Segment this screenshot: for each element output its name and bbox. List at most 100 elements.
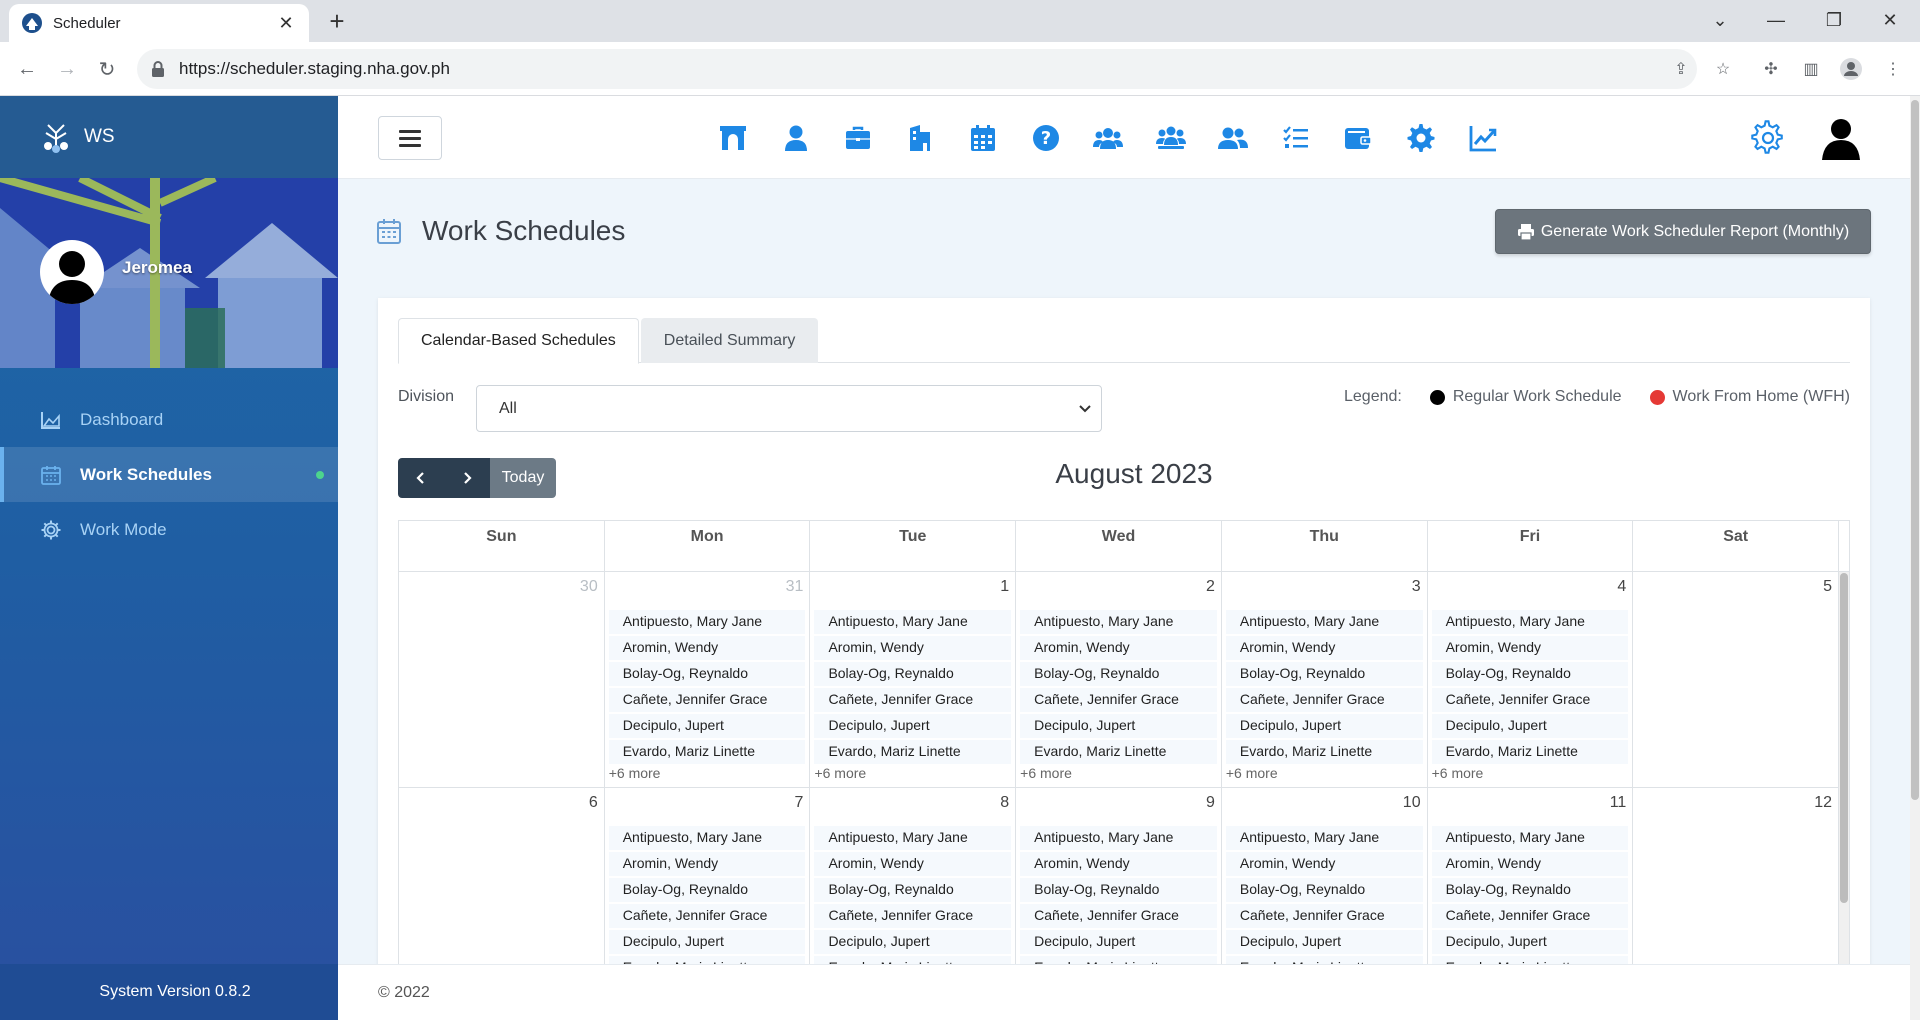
briefcase-icon[interactable] — [827, 118, 890, 158]
schedule-event[interactable]: Bolay-Og, Reynaldo — [1431, 876, 1629, 902]
schedule-event[interactable]: Aromin, Wendy — [1225, 634, 1423, 660]
schedule-event[interactable]: Antipuesto, Mary Jane — [1020, 824, 1217, 850]
users-group-icon[interactable] — [1140, 118, 1203, 158]
calendar-day[interactable]: 10 Antipuesto, Mary Jane Aromin, Wendy Bola… — [1222, 788, 1428, 978]
more-events-link[interactable]: +6 more — [609, 764, 806, 782]
menu-dots-icon[interactable]: ⋮ — [1878, 50, 1908, 88]
schedule-event[interactable]: Cañete, Jennifer Grace — [814, 686, 1012, 712]
calendar-day[interactable]: 6 — [399, 788, 605, 978]
calendar-icon[interactable] — [952, 118, 1015, 158]
schedule-event[interactable]: Antipuesto, Mary Jane — [1431, 824, 1629, 850]
schedule-event[interactable]: Decipulo, Jupert — [1020, 928, 1217, 954]
tasks-icon[interactable] — [1265, 118, 1328, 158]
new-tab-icon[interactable]: + — [322, 6, 352, 36]
schedule-event[interactable]: Aromin, Wendy — [1431, 634, 1629, 660]
calendar-day[interactable]: 1 Antipuesto, Mary Jane Aromin, Wendy Bolay… — [810, 572, 1017, 787]
more-events-link[interactable]: +6 more — [1020, 764, 1217, 782]
schedule-event[interactable]: Antipuesto, Mary Jane — [1225, 824, 1423, 850]
calendar-day[interactable]: 5 — [1633, 572, 1840, 787]
schedule-event[interactable]: Evardo, Mariz Linette — [1225, 738, 1423, 764]
more-events-link[interactable]: +6 more — [1226, 764, 1423, 782]
tab-calendar-based[interactable]: Calendar-Based Schedules — [398, 318, 639, 364]
schedule-event[interactable]: Antipuesto, Mary Jane — [608, 824, 806, 850]
schedule-event[interactable]: Decipulo, Jupert — [1225, 712, 1423, 738]
schedule-event[interactable]: Antipuesto, Mary Jane — [1020, 608, 1217, 634]
schedule-event[interactable]: Decipulo, Jupert — [1020, 712, 1217, 738]
bookmark-star-icon[interactable]: ☆ — [1708, 50, 1738, 88]
tab-close-icon[interactable]: ✕ — [275, 13, 297, 34]
prev-month-button[interactable] — [398, 458, 444, 498]
calendar-day[interactable]: 4 Antipuesto, Mary Jane Aromin, Wendy Bolay… — [1428, 572, 1634, 787]
schedule-event[interactable]: Evardo, Mariz Linette — [1020, 738, 1217, 764]
schedule-event[interactable]: Cañete, Jennifer Grace — [1225, 686, 1423, 712]
calendar-day[interactable]: 8 Antipuesto, Mary Jane Aromin, Wendy Bolay… — [810, 788, 1017, 978]
back-icon[interactable]: ← — [10, 52, 44, 86]
schedule-event[interactable]: Bolay-Og, Reynaldo — [1020, 876, 1217, 902]
schedule-event[interactable]: Cañete, Jennifer Grace — [1020, 902, 1217, 928]
calendar-day[interactable]: 31 Antipuesto, Mary Jane Aromin, Wendy Bola… — [605, 572, 811, 787]
schedule-event[interactable]: Antipuesto, Mary Jane — [814, 824, 1012, 850]
user-friends-icon[interactable] — [1202, 118, 1265, 158]
schedule-event[interactable]: Cañete, Jennifer Grace — [608, 686, 806, 712]
menu-toggle-button[interactable] — [378, 116, 442, 160]
schedule-event[interactable]: Cañete, Jennifer Grace — [1020, 686, 1217, 712]
schedule-event[interactable]: Antipuesto, Mary Jane — [1225, 608, 1423, 634]
schedule-event[interactable]: Evardo, Mariz Linette — [814, 738, 1012, 764]
archway-icon[interactable] — [702, 118, 765, 158]
next-month-button[interactable] — [444, 458, 490, 498]
user-profile-avatar[interactable] — [1818, 114, 1864, 160]
calendar-day[interactable]: 2 Antipuesto, Mary Jane Aromin, Wendy Bolay… — [1016, 572, 1222, 787]
chart-line-icon[interactable] — [1452, 118, 1515, 158]
schedule-event[interactable]: Bolay-Og, Reynaldo — [1225, 876, 1423, 902]
schedule-event[interactable]: Bolay-Og, Reynaldo — [1225, 660, 1423, 686]
schedule-event[interactable]: Decipulo, Jupert — [608, 928, 806, 954]
schedule-event[interactable]: Bolay-Og, Reynaldo — [608, 660, 806, 686]
question-circle-icon[interactable]: ? — [1015, 118, 1078, 158]
sidebar-item-dashboard[interactable]: Dashboard — [0, 392, 338, 447]
users-icon[interactable] — [1077, 118, 1140, 158]
reload-icon[interactable]: ↻ — [90, 52, 124, 86]
calendar-day[interactable]: 9 Antipuesto, Mary Jane Aromin, Wendy Bolay… — [1016, 788, 1222, 978]
schedule-event[interactable]: Decipulo, Jupert — [1225, 928, 1423, 954]
user-avatar[interactable] — [40, 240, 104, 304]
schedule-event[interactable]: Bolay-Og, Reynaldo — [1020, 660, 1217, 686]
today-button[interactable]: Today — [490, 458, 556, 498]
side-panel-icon[interactable]: ▥ — [1796, 50, 1826, 88]
window-close-icon[interactable]: ✕ — [1862, 0, 1918, 40]
schedule-event[interactable]: Evardo, Mariz Linette — [608, 738, 806, 764]
schedule-event[interactable]: Cañete, Jennifer Grace — [1431, 686, 1629, 712]
page-scroll-thumb[interactable] — [1911, 100, 1919, 800]
calendar-day[interactable]: 7 Antipuesto, Mary Jane Aromin, Wendy Bolay… — [605, 788, 811, 978]
forward-icon[interactable]: → — [50, 52, 84, 86]
schedule-event[interactable]: Cañete, Jennifer Grace — [608, 902, 806, 928]
schedule-event[interactable]: Decipulo, Jupert — [608, 712, 806, 738]
schedule-event[interactable]: Bolay-Og, Reynaldo — [608, 876, 806, 902]
schedule-event[interactable]: Antipuesto, Mary Jane — [814, 608, 1012, 634]
wallet-icon[interactable] — [1327, 118, 1390, 158]
schedule-event[interactable]: Aromin, Wendy — [608, 634, 806, 660]
schedule-event[interactable]: Bolay-Og, Reynaldo — [1431, 660, 1629, 686]
schedule-event[interactable]: Aromin, Wendy — [1431, 850, 1629, 876]
generate-report-button[interactable]: Generate Work Scheduler Report (Monthly) — [1495, 209, 1871, 254]
schedule-event[interactable]: Aromin, Wendy — [814, 850, 1012, 876]
division-select[interactable]: All — [476, 385, 1102, 432]
schedule-event[interactable]: Antipuesto, Mary Jane — [608, 608, 806, 634]
sidebar-item-work-mode[interactable]: Work Mode — [0, 502, 338, 557]
profile-icon[interactable] — [1836, 50, 1866, 88]
calendar-day[interactable]: 30 — [399, 572, 605, 787]
settings-gear-icon[interactable] — [1750, 120, 1786, 156]
schedule-event[interactable]: Cañete, Jennifer Grace — [1431, 902, 1629, 928]
more-events-link[interactable]: +6 more — [1432, 764, 1629, 782]
user-icon[interactable] — [765, 118, 828, 158]
schedule-event[interactable]: Aromin, Wendy — [608, 850, 806, 876]
schedule-event[interactable]: Decipulo, Jupert — [1431, 928, 1629, 954]
building-icon[interactable] — [890, 118, 953, 158]
schedule-event[interactable]: Cañete, Jennifer Grace — [1225, 902, 1423, 928]
schedule-event[interactable]: Bolay-Og, Reynaldo — [814, 876, 1012, 902]
calendar-scroll-thumb[interactable] — [1840, 573, 1848, 903]
calendar-day[interactable]: 3 Antipuesto, Mary Jane Aromin, Wendy Bolay… — [1222, 572, 1428, 787]
tab-search-icon[interactable]: ⌄ — [1692, 0, 1748, 40]
calendar-day[interactable]: 12 — [1633, 788, 1840, 978]
schedule-event[interactable]: Decipulo, Jupert — [1431, 712, 1629, 738]
schedule-event[interactable]: Cañete, Jennifer Grace — [814, 902, 1012, 928]
